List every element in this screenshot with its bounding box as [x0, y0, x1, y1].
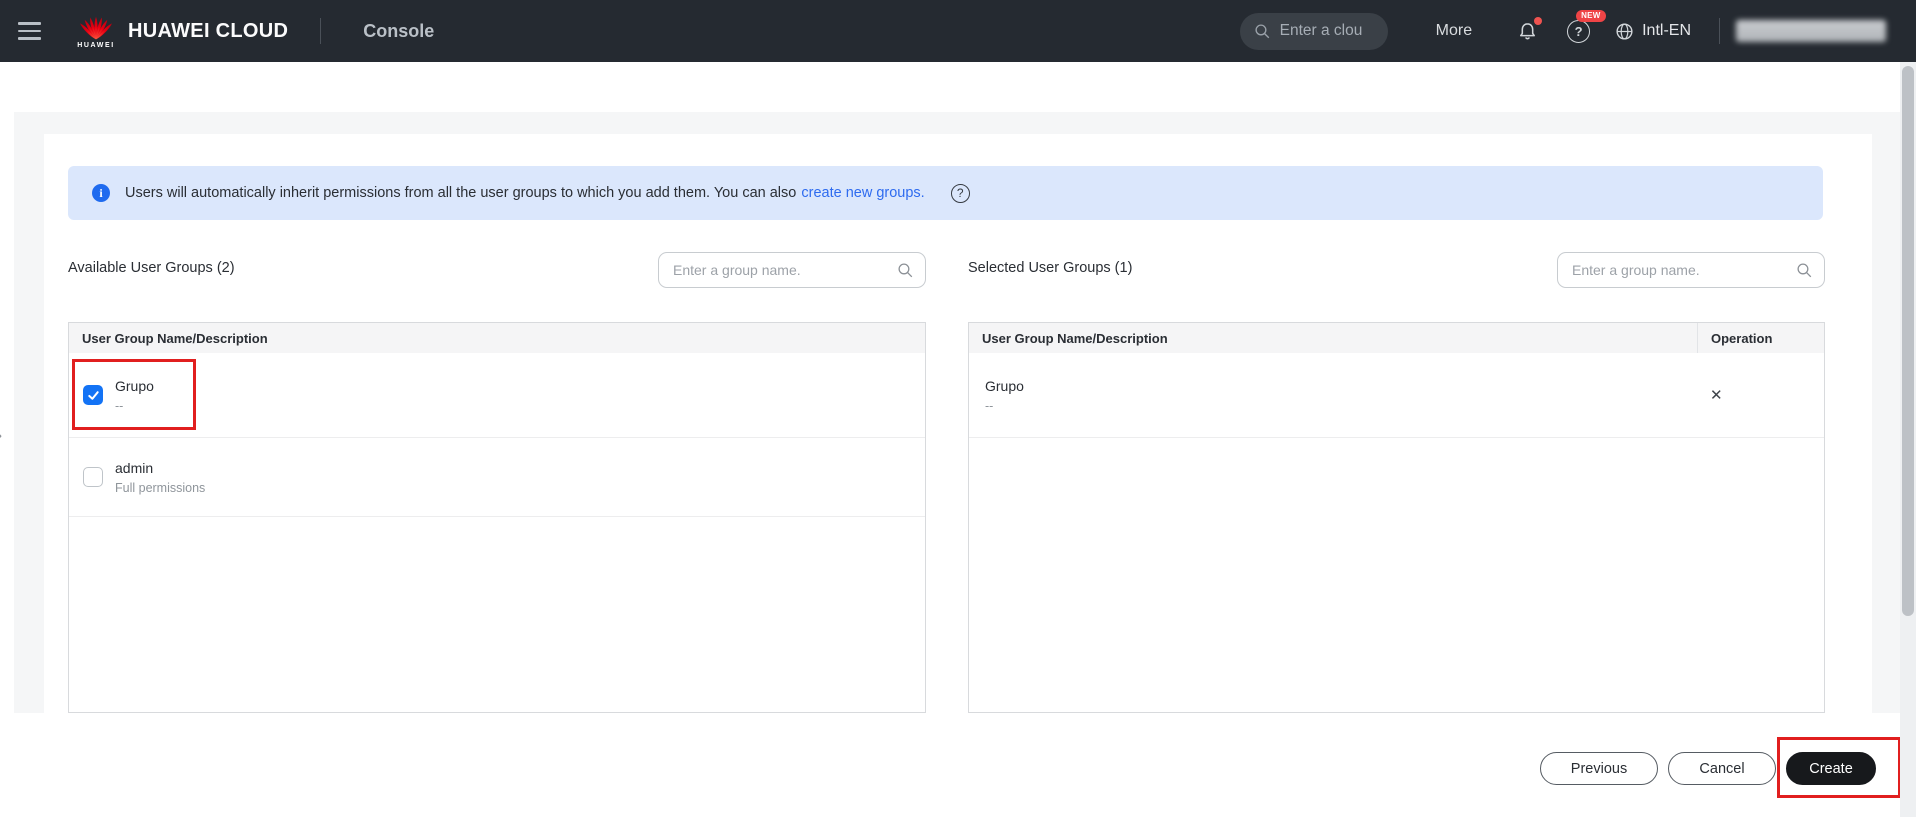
table-row-grupo[interactable]: Grupo --	[69, 353, 925, 438]
locale-label: Intl-EN	[1642, 22, 1691, 39]
available-groups-search[interactable]	[658, 252, 926, 288]
column-header-name: User Group Name/Description	[982, 330, 1168, 346]
selected-row-grupo: Grupo -- ✕	[969, 353, 1824, 438]
huawei-cloud-console-page: HUAWEI HUAWEI CLOUD Console Enter a clou…	[0, 0, 1916, 817]
column-header-operation: Operation	[1697, 323, 1824, 353]
language-selector[interactable]: Intl-EN	[1614, 21, 1691, 42]
console-link[interactable]: Console	[363, 21, 434, 42]
group-name: Grupo	[985, 377, 1024, 394]
global-search[interactable]: Enter a clou	[1239, 12, 1388, 50]
help-button[interactable]: ? NEW	[1567, 9, 1606, 43]
navbar-right: Enter a clou More ? NEW Intl-EN	[1239, 0, 1916, 62]
grupo-checkbox[interactable]	[83, 385, 103, 405]
group-cell: Grupo --	[115, 378, 154, 413]
search-icon	[1797, 263, 1812, 278]
info-icon: i	[92, 184, 110, 202]
globe-icon	[1616, 22, 1633, 40]
banner-help-icon[interactable]: ?	[950, 183, 970, 203]
top-navbar: HUAWEI HUAWEI CLOUD Console Enter a clou…	[0, 0, 1916, 62]
banner-text: Users will automatically inherit permiss…	[125, 185, 797, 201]
group-name: Grupo	[115, 377, 154, 394]
selected-groups-search-input[interactable]	[1558, 253, 1824, 287]
huawei-logo: HUAWEI	[74, 14, 118, 49]
selected-groups-search[interactable]	[1557, 252, 1825, 288]
group-description: --	[115, 398, 124, 413]
global-search-placeholder: Enter a clou	[1279, 22, 1363, 39]
question-icon: ?	[1567, 19, 1591, 43]
menu-icon[interactable]	[18, 22, 48, 40]
group-cell: admin Full permissions	[115, 460, 205, 495]
wizard-step-bar: ✓ Set User Details 2 (Optional) Add User…	[0, 62, 1916, 165]
huawei-flower-icon	[79, 16, 113, 39]
admin-checkbox[interactable]	[83, 467, 103, 487]
add-user-to-group-card: i Users will automatically inherit permi…	[44, 134, 1872, 817]
search-icon	[898, 263, 913, 278]
checkmark-icon	[87, 390, 99, 400]
notification-dot	[1534, 16, 1543, 25]
selected-groups-title: Selected User Groups (1)	[968, 260, 1133, 276]
cancel-button[interactable]: Cancel	[1668, 752, 1776, 785]
available-groups-search-input[interactable]	[659, 253, 925, 287]
available-groups-title: Available User Groups (2)	[68, 260, 235, 276]
column-header-name: User Group Name/Description	[82, 330, 268, 346]
group-name: admin	[115, 459, 154, 476]
group-description: Full permissions	[115, 480, 206, 495]
navbar-divider	[320, 18, 322, 44]
available-groups-table: User Group Name/Description Grupo -- adm…	[68, 322, 926, 713]
new-badge: NEW	[1576, 9, 1606, 22]
info-banner: i Users will automatically inherit permi…	[68, 166, 1823, 220]
remove-group-button[interactable]: ✕	[1710, 388, 1723, 403]
account-name-redacted[interactable]	[1736, 20, 1886, 42]
selected-groups-table: User Group Name/Description Operation Gr…	[968, 322, 1825, 713]
create-new-groups-link[interactable]: create new groups.	[801, 185, 924, 201]
search-icon	[1255, 23, 1269, 38]
table-row-admin[interactable]: admin Full permissions	[69, 438, 925, 517]
navbar-divider	[1719, 18, 1720, 44]
operation-cell: ✕	[1697, 388, 1824, 403]
create-button[interactable]: Create	[1786, 752, 1876, 785]
previous-button[interactable]: Previous	[1540, 752, 1658, 785]
collapsed-side-panel	[0, 112, 14, 713]
scrollbar-thumb[interactable]	[1902, 66, 1914, 616]
navbar-left: HUAWEI HUAWEI CLOUD Console	[0, 0, 434, 62]
expand-panel-button[interactable]: ›	[0, 424, 2, 446]
huawei-logo-text: HUAWEI	[77, 41, 115, 49]
group-description: --	[985, 398, 994, 413]
brand-title: HUAWEI CLOUD	[128, 19, 289, 42]
more-menu[interactable]: More	[1436, 22, 1472, 40]
selected-table-header: User Group Name/Description Operation	[969, 323, 1824, 353]
group-cell: Grupo --	[985, 378, 1024, 413]
notifications-button[interactable]	[1516, 16, 1543, 43]
available-table-header: User Group Name/Description	[69, 323, 925, 353]
